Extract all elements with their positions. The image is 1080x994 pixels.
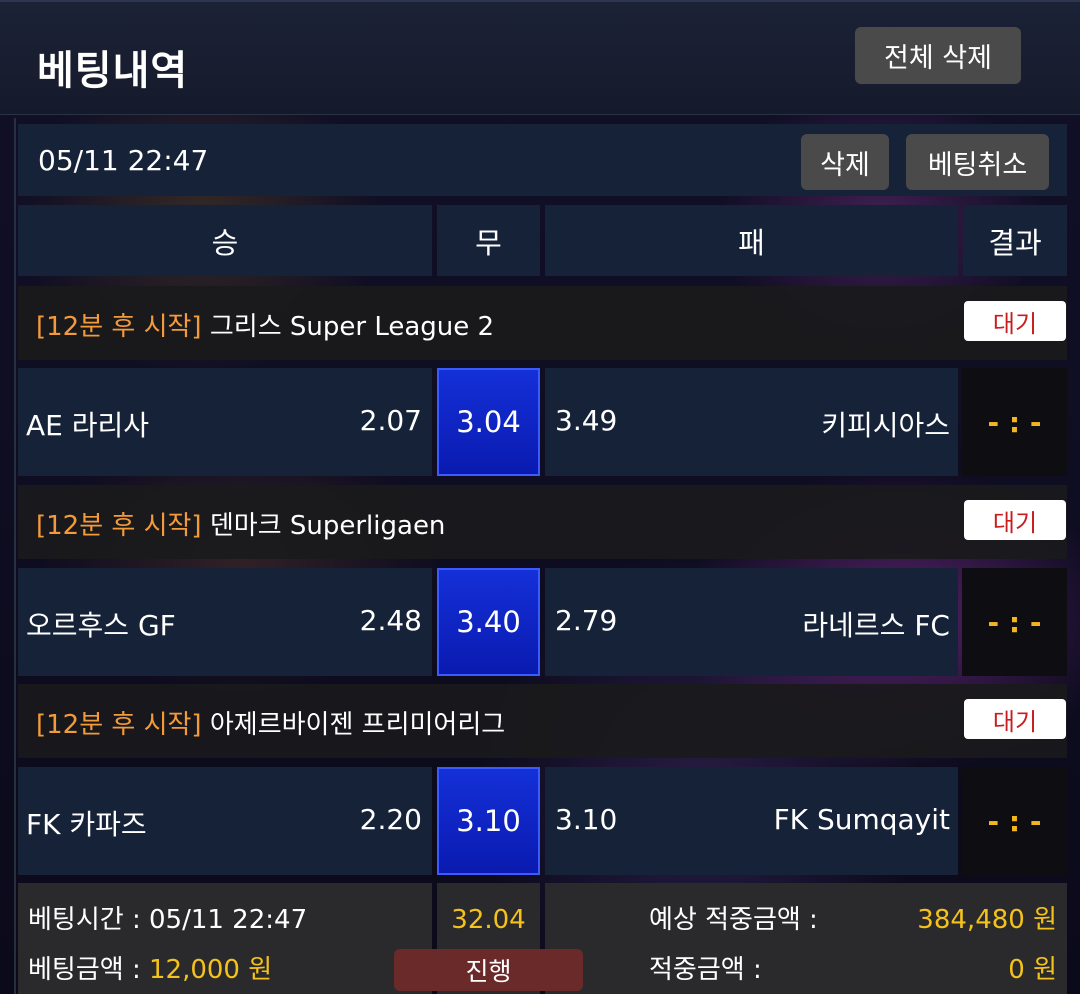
away-odds: 3.10: [555, 803, 618, 836]
cancel-bet-button[interactable]: 베팅취소: [906, 134, 1049, 190]
progress-button[interactable]: 진행: [394, 949, 583, 991]
bet-time-value: 05/11 22:47: [148, 905, 308, 935]
league-row: [12분 후 시작] 덴마크 Superligaen: [18, 485, 1067, 559]
summary-right: 예상 적중금액 : 384,480 원 적중금액 : 0 원: [545, 883, 1067, 994]
bet-amount-value: 12,000 원: [148, 955, 273, 985]
away-odds-cell[interactable]: 2.79 라네르스 FC: [545, 568, 958, 676]
result-score: - : -: [962, 767, 1067, 875]
home-team-name: 오르후스 GF: [26, 609, 176, 642]
column-header-draw: 무: [437, 205, 540, 276]
start-time-tag: [12분 후 시작]: [36, 511, 202, 541]
total-odds: 32.04: [451, 905, 526, 935]
league-name: 아제르바이젠 프리미어리그: [201, 710, 506, 740]
column-header-result: 결과: [963, 205, 1067, 276]
home-team-name: FK 카파즈: [26, 808, 147, 841]
bet-amount: 베팅금액 : 12,000 원: [28, 949, 272, 986]
home-odds-cell[interactable]: AE 라리사 2.07: [18, 368, 432, 476]
away-team-name: 키피시아스: [821, 409, 950, 442]
expected-win-value: 384,480 원: [917, 905, 1057, 935]
start-time-tag: [12분 후 시작]: [36, 312, 202, 342]
league-title: [12분 후 시작] 그리스 Super League 2: [36, 306, 494, 343]
league-name: 그리스 Super League 2: [201, 312, 495, 342]
bet-datetime: 05/11 22:47: [38, 144, 209, 177]
away-odds-cell[interactable]: 3.49 키피시아스: [545, 368, 958, 476]
league-title: [12분 후 시작] 덴마크 Superligaen: [36, 505, 445, 542]
away-odds-cell[interactable]: 3.10 FK Sumqayit: [545, 767, 958, 875]
league-title: [12분 후 시작] 아제르바이젠 프리미어리그: [36, 704, 505, 741]
status-badge: 대기: [964, 500, 1066, 540]
bet-time-label: 베팅시간 :: [28, 905, 149, 935]
delete-button[interactable]: 삭제: [801, 134, 889, 190]
start-time-tag: [12분 후 시작]: [36, 710, 202, 740]
away-team-name: FK Sumqayit: [773, 803, 950, 836]
delete-all-button[interactable]: 전체 삭제: [855, 27, 1021, 84]
page-title: 베팅내역: [37, 48, 189, 94]
page-header: 베팅내역 전체 삭제: [0, 0, 1080, 115]
status-badge: 대기: [964, 699, 1066, 739]
away-team-name: 라네르스 FC: [802, 609, 950, 642]
home-odds: 2.48: [359, 604, 422, 637]
away-odds: 2.79: [555, 604, 618, 637]
summary-left: 베팅시간 : 05/11 22:47 베팅금액 : 12,000 원: [18, 883, 432, 994]
home-odds: 2.07: [359, 404, 422, 437]
league-name: 덴마크 Superligaen: [201, 511, 446, 541]
home-odds: 2.20: [359, 803, 422, 836]
result-score: - : -: [962, 568, 1067, 676]
bet-amount-label: 베팅금액 :: [28, 955, 149, 985]
league-row: [12분 후 시작] 아제르바이젠 프리미어리그: [18, 684, 1067, 758]
column-header-win: 승: [18, 205, 432, 276]
column-header-lose: 패: [545, 205, 958, 276]
home-team-name: AE 라리사: [26, 409, 150, 442]
draw-odds-cell[interactable]: 3.04: [437, 368, 540, 476]
home-odds-cell[interactable]: FK 카파즈 2.20: [18, 767, 432, 875]
draw-odds-cell[interactable]: 3.10: [437, 767, 540, 875]
result-score: - : -: [962, 368, 1067, 476]
draw-odds-cell[interactable]: 3.40: [437, 568, 540, 676]
home-odds-cell[interactable]: 오르후스 GF 2.48: [18, 568, 432, 676]
bet-time: 베팅시간 : 05/11 22:47: [28, 899, 307, 936]
league-row: [12분 후 시작] 그리스 Super League 2: [18, 286, 1067, 360]
away-odds: 3.49: [555, 404, 618, 437]
win-amount-label: 적중금액 :: [649, 955, 762, 985]
status-badge: 대기: [964, 301, 1066, 341]
expected-win-label: 예상 적중금액 :: [649, 905, 818, 935]
win-amount-value: 0 원: [1008, 955, 1057, 985]
